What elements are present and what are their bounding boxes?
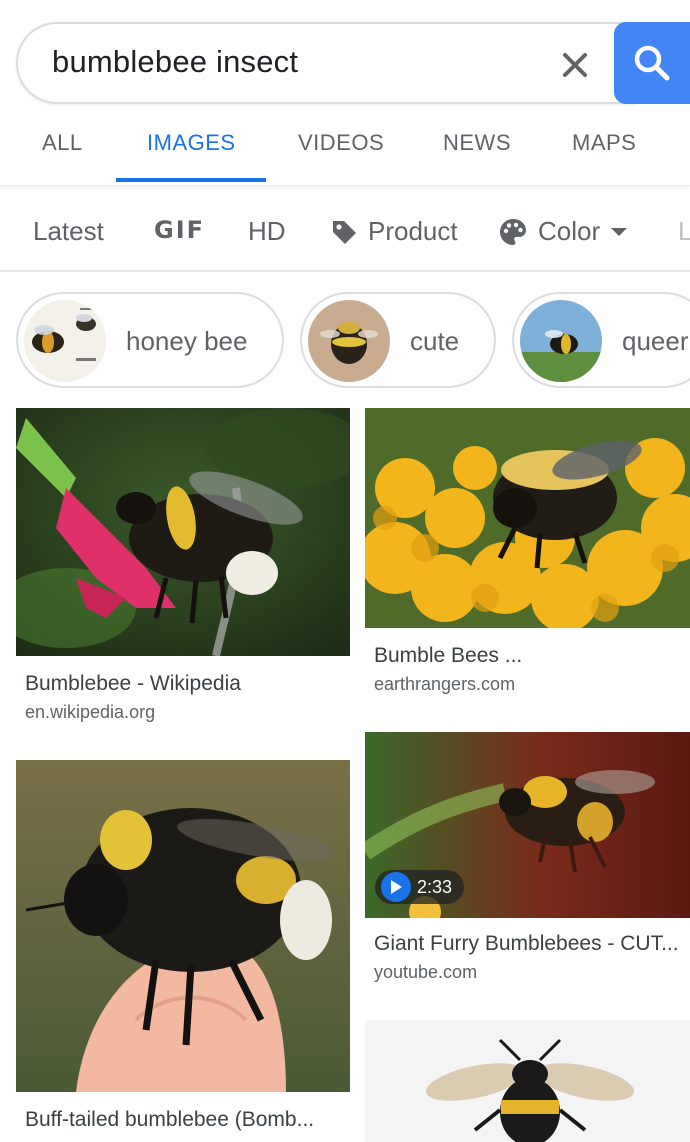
- filter-gif[interactable]: GIF: [154, 216, 205, 244]
- close-icon[interactable]: [558, 48, 592, 82]
- active-tab-indicator: [116, 178, 266, 182]
- result-image: [365, 1020, 690, 1142]
- related-chip-honey-bee[interactable]: honey bee: [16, 292, 284, 388]
- filter-latest[interactable]: Latest: [33, 216, 104, 247]
- tag-icon: [333, 220, 356, 244]
- search-icon: [634, 45, 670, 81]
- filter-hd[interactable]: HD: [248, 216, 286, 247]
- related-chip-queen[interactable]: queer: [512, 292, 690, 388]
- search-bar: bumblebee insect: [16, 22, 690, 104]
- search-tabs: ALL IMAGES VIDEOS NEWS MAPS: [0, 110, 690, 186]
- filter-gif-label: GIF: [154, 216, 206, 244]
- result-title: Bumble Bees ...: [374, 644, 523, 667]
- result-domain: en.wikipedia.org: [25, 702, 156, 722]
- tab-all[interactable]: ALL: [42, 130, 83, 156]
- filter-product-label: Product: [368, 216, 458, 246]
- palette-icon: [500, 218, 526, 245]
- result-domain: earthrangers.com: [374, 674, 516, 694]
- result-title: Bumblebee - Wikipedia: [25, 672, 241, 695]
- video-result-youtube[interactable]: 2:33 Giant Furry Bumblebees - CUT... you…: [365, 732, 690, 992]
- chip-label: honey bee: [126, 326, 248, 356]
- image-result-wikipedia[interactable]: Bumblebee - Wikipedia en.wikipedia.org: [16, 408, 350, 728]
- search-button[interactable]: [614, 22, 690, 104]
- search-query[interactable]: bumblebee insect: [52, 44, 298, 80]
- tab-images[interactable]: IMAGES: [147, 130, 236, 156]
- result-domain: youtube.com: [374, 962, 478, 982]
- chip-thumbnail: [308, 300, 390, 382]
- tab-videos[interactable]: VIDEOS: [298, 130, 384, 156]
- related-chip-cute[interactable]: cute: [300, 292, 496, 388]
- chip-thumbnail: [24, 300, 106, 382]
- tab-maps[interactable]: MAPS: [572, 130, 636, 156]
- result-image: [16, 760, 350, 1092]
- filter-latest-label: Latest: [33, 216, 104, 246]
- chip-label: queer: [622, 326, 689, 356]
- video-duration: 2:33: [417, 876, 453, 897]
- caret-down-icon: [611, 227, 628, 236]
- filter-bar: Latest GIF HD Product Color L: [0, 196, 690, 272]
- image-result-earthrangers[interactable]: Bumble Bees ... earthrangers.com: [365, 408, 690, 698]
- video-duration-badge: 2:33: [375, 870, 465, 904]
- result-title: Giant Furry Bumblebees - CUT...: [374, 932, 679, 955]
- tab-news[interactable]: NEWS: [443, 130, 511, 156]
- filter-product[interactable]: Product: [330, 216, 458, 247]
- search-input[interactable]: bumblebee insect: [16, 22, 636, 104]
- chip-thumbnail: [520, 300, 602, 382]
- result-title: Buff-tailed bumblebee (Bomb...: [25, 1108, 315, 1131]
- filter-color-label: Color: [538, 216, 601, 246]
- image-result-partial[interactable]: [365, 1020, 690, 1142]
- filter-more[interactable]: L: [678, 216, 690, 247]
- play-icon: [381, 872, 411, 902]
- filter-more-label: L: [678, 216, 690, 246]
- result-image: 2:33: [365, 732, 690, 918]
- chip-label: cute: [410, 326, 460, 356]
- filter-hd-label: HD: [248, 216, 286, 246]
- filter-color[interactable]: Color: [498, 216, 628, 247]
- image-result-buff-tailed[interactable]: Buff-tailed bumblebee (Bomb...: [16, 760, 350, 1142]
- result-image: [16, 408, 350, 656]
- result-image: [365, 408, 690, 628]
